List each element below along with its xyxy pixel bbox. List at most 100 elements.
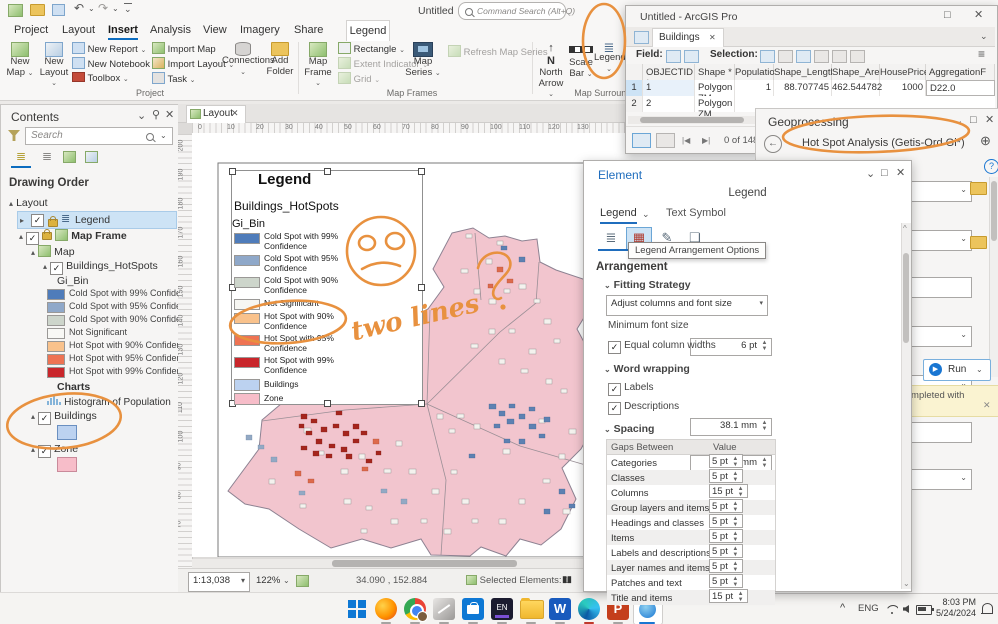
- table-row[interactable]: 1 1 Polygon ZM 1 88.707745 462.544782 10…: [626, 80, 995, 104]
- tree-item-hotspots-layer[interactable]: ▴ ✓ Buildings_HotSpots: [43, 260, 158, 275]
- go-to-first-record-icon[interactable]: |◀: [682, 135, 690, 146]
- spacing-value-spinner[interactable]: 5 pt ▲ ▼: [709, 454, 743, 468]
- table-hscrollbar[interactable]: [628, 116, 756, 124]
- tab-view[interactable]: View: [203, 24, 227, 36]
- run-button[interactable]: ▶ Run ⌄: [923, 359, 991, 381]
- project-icon[interactable]: [8, 4, 23, 17]
- attr-close-icon[interactable]: ✕: [974, 10, 983, 21]
- undo-dropdown-icon[interactable]: ⌄: [88, 3, 95, 14]
- run-dropdown-icon[interactable]: ⌄: [976, 364, 983, 375]
- tree-item-buildings-layer[interactable]: ▴ ✓ Buildings: [31, 410, 97, 425]
- selected-elements[interactable]: Selected Elements: 1: [466, 575, 569, 586]
- legend-items-icon[interactable]: ≣: [598, 227, 624, 250]
- go-to-next-record-icon[interactable]: ▶|: [702, 135, 710, 146]
- gp-notification-close-icon[interactable]: ✕: [983, 400, 991, 411]
- spacing-value-spinner[interactable]: 5 pt ▲ ▼: [709, 559, 743, 573]
- gp-browse-icon-2[interactable]: [970, 236, 987, 249]
- gp-scrollbar[interactable]: [989, 177, 998, 377]
- tree-item-map-frame[interactable]: ▴ ✓ Map Frame: [19, 229, 127, 245]
- table-view-icon[interactable]: [656, 133, 675, 148]
- labels-width-spinner[interactable]: 38.1 mm ▲ ▼: [690, 418, 772, 436]
- customize-qat-icon[interactable]: ⌄: [124, 3, 132, 15]
- paint-app-icon[interactable]: [433, 598, 455, 620]
- speaker-icon[interactable]: [903, 605, 909, 613]
- undo-icon[interactable]: ↶: [74, 2, 84, 14]
- redo-icon[interactable]: ↷: [98, 2, 108, 14]
- word-icon[interactable]: W: [549, 598, 571, 620]
- spacing-value-spinner[interactable]: 5 pt ▲ ▼: [709, 529, 743, 543]
- descriptions-checkbox[interactable]: ✓ Descriptions: [608, 400, 679, 415]
- spacing-value-spinner[interactable]: 5 pt ▲ ▼: [709, 469, 743, 483]
- save-project-icon[interactable]: [52, 4, 65, 16]
- add-folder-button[interactable]: Add Folder: [264, 42, 296, 77]
- tab-insert[interactable]: Insert: [108, 24, 138, 40]
- tree-item-map[interactable]: ▴ Map: [31, 245, 75, 258]
- tab-legend-contextual[interactable]: Legend: [346, 20, 390, 41]
- gp-close-icon[interactable]: ✕: [985, 115, 994, 126]
- tree-item-legend[interactable]: ▸ ✓ ≣ Legend: [17, 211, 177, 229]
- wifi-icon[interactable]: [886, 605, 898, 614]
- scale-bar-button[interactable]: Scale Bar ⌄: [566, 42, 596, 80]
- tab-list-dropdown-icon[interactable]: ⌄: [980, 31, 988, 42]
- filter-icon[interactable]: [8, 130, 20, 141]
- tray-expand-icon[interactable]: ^: [840, 603, 845, 614]
- legend-ribbon-button[interactable]: ≣ Legend ⌄: [594, 41, 626, 75]
- pin-icon[interactable]: ⚲: [152, 110, 160, 121]
- fitting-strategy-dropdown[interactable]: Adjust columns and font size ▾: [606, 295, 768, 316]
- calculate-field-icon[interactable]: [684, 50, 699, 63]
- zone-swatch[interactable]: [57, 457, 77, 472]
- spacing-expander[interactable]: ⌄ Spacing: [604, 423, 654, 435]
- tab-layout-doc[interactable]: Layout ✕: [186, 105, 246, 123]
- new-notebook-button[interactable]: New Notebook ⌄: [72, 57, 158, 71]
- new-map-button[interactable]: New Map ⌄: [5, 42, 35, 79]
- tab-share[interactable]: Share: [294, 24, 323, 36]
- pause-drawing-icon[interactable]: ▮▮: [562, 574, 572, 585]
- contents-view-tab-4[interactable]: [85, 151, 98, 163]
- word-wrapping-expander[interactable]: ⌄ Word wrapping: [604, 363, 690, 375]
- scale-select[interactable]: 1:13,038 ▾: [188, 572, 250, 592]
- start-button[interactable]: [346, 598, 368, 620]
- element-maximize-icon[interactable]: □: [881, 168, 888, 179]
- layout-tab-close-icon[interactable]: ✕: [231, 108, 239, 119]
- store-icon[interactable]: [462, 598, 484, 620]
- edge-icon[interactable]: [578, 598, 600, 620]
- firefox-icon[interactable]: [375, 598, 397, 620]
- contents-collapse-icon[interactable]: ⌄: [137, 111, 146, 122]
- contents-view-tab-drawing[interactable]: ≣: [11, 149, 31, 168]
- gp-help-icon[interactable]: ?: [984, 159, 998, 174]
- tree-item-histogram[interactable]: Histogram of Population: [47, 395, 171, 408]
- command-search[interactable]: Command Search (Alt+Q): [458, 2, 575, 20]
- en-app-icon[interactable]: EN: [491, 598, 513, 620]
- select-by-attributes-icon[interactable]: [760, 50, 775, 63]
- gp-add-icon[interactable]: ⊕: [980, 134, 991, 147]
- element-tab-text-symbol[interactable]: Text Symbol: [666, 207, 726, 219]
- task-button[interactable]: Task ⌄: [152, 72, 196, 86]
- tab-project[interactable]: Project: [14, 24, 48, 36]
- language-indicator[interactable]: ENG: [858, 603, 879, 614]
- open-project-icon[interactable]: [30, 4, 45, 16]
- battery-icon[interactable]: [916, 605, 934, 615]
- contents-search-input[interactable]: Search ⌄: [25, 127, 173, 145]
- import-map-button[interactable]: Import Map: [152, 42, 216, 55]
- new-layout-button[interactable]: New Layout ⌄: [38, 42, 70, 89]
- contents-view-tab-3[interactable]: [63, 151, 76, 163]
- chrome-icon[interactable]: [404, 598, 428, 622]
- gp-browse-icon[interactable]: [970, 182, 987, 195]
- map-frame-button[interactable]: Map Frame ⌄: [302, 42, 334, 89]
- element-tab-legend-dropdown-icon[interactable]: ⌄: [642, 209, 650, 220]
- tree-item-zone-layer[interactable]: ▴ ✓ Zone: [31, 443, 78, 458]
- switch-selection-icon[interactable]: [796, 50, 811, 63]
- spacing-value-spinner[interactable]: 15 pt ▲ ▼: [709, 589, 749, 603]
- add-field-icon[interactable]: [666, 50, 681, 63]
- equal-widths-checkbox[interactable]: ✓ Equal column widths: [608, 339, 716, 354]
- redo-dropdown-icon[interactable]: ⌄: [112, 3, 119, 14]
- tab-imagery[interactable]: Imagery: [240, 24, 280, 36]
- connections-button[interactable]: Connections ⌄: [222, 42, 275, 78]
- element-collapse-icon[interactable]: ⌄: [866, 169, 875, 180]
- element-panel-scrollbar[interactable]: ^ ⌄: [901, 223, 911, 589]
- spacing-value-spinner[interactable]: 15 pt ▲ ▼: [709, 484, 749, 498]
- spacing-value-spinner[interactable]: 5 pt ▲ ▼: [709, 544, 743, 558]
- tab-layout[interactable]: Layout: [62, 24, 95, 36]
- toolbox-button[interactable]: Toolbox ⌄: [72, 72, 129, 85]
- tab-analysis[interactable]: Analysis: [150, 24, 191, 36]
